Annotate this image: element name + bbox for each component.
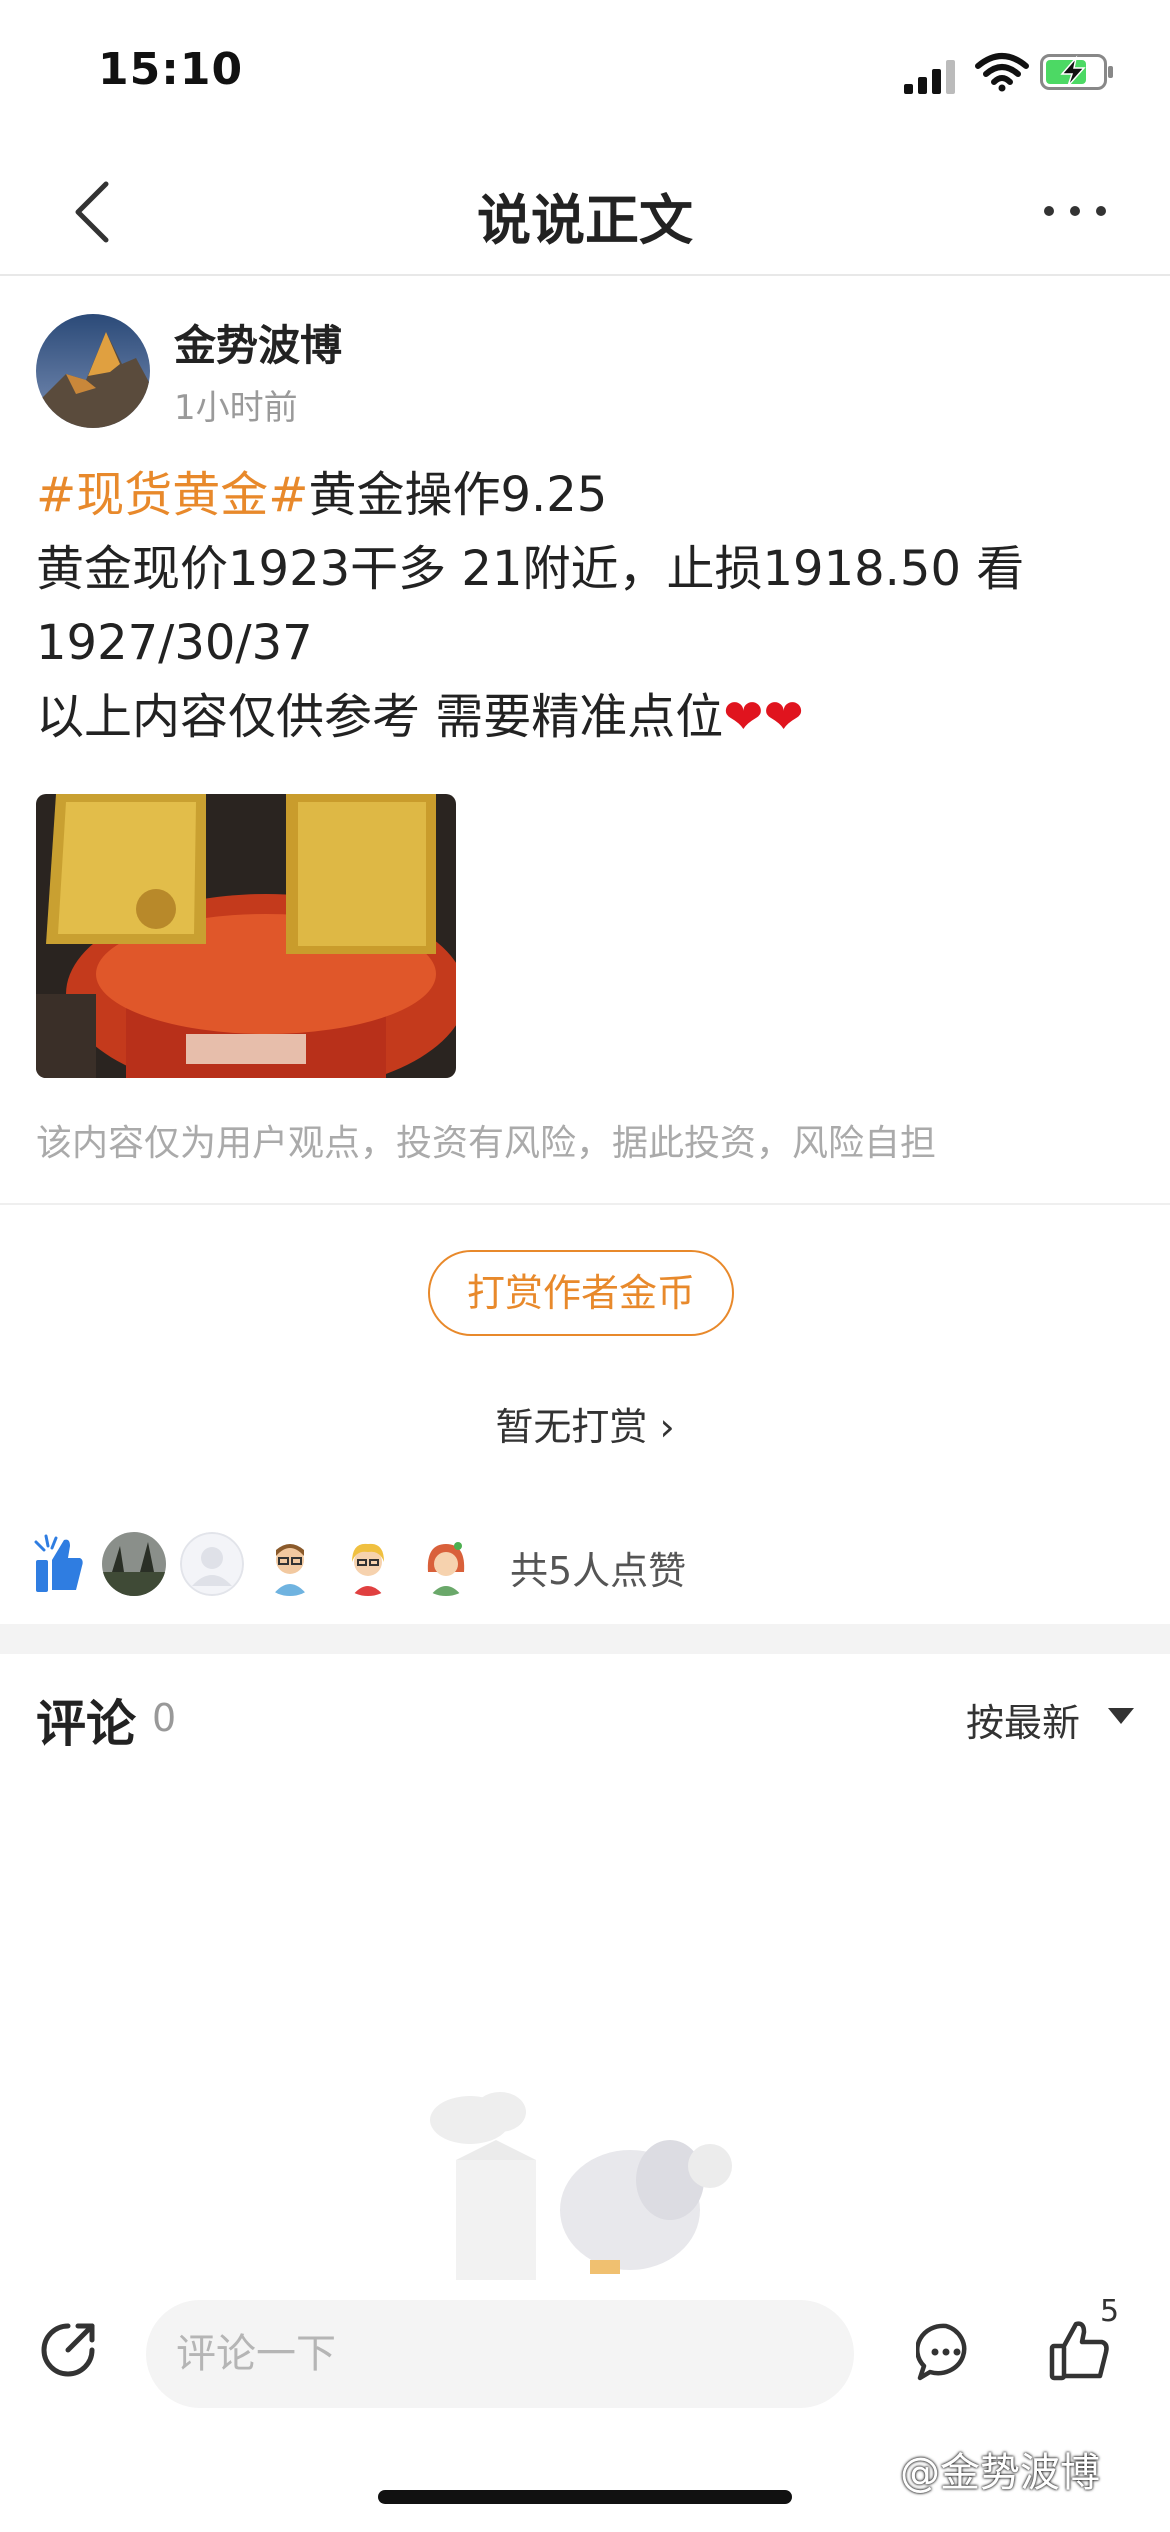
reward-status-link[interactable]: 暂无打赏 › [0, 1396, 1170, 1451]
reward-author-button[interactable]: 打赏作者金币 [428, 1250, 734, 1336]
caret-down-icon[interactable] [1106, 1706, 1136, 1726]
page-title: 说说正文 [477, 189, 693, 252]
section-divider [0, 1624, 1170, 1654]
home-indicator[interactable] [378, 2490, 792, 2504]
post-line-2: 黄金现价1923干多 21附近，止损1918.50 看 [36, 541, 1025, 597]
liker-avatar[interactable] [102, 1532, 166, 1596]
like-count-text[interactable]: 共5人点赞 [510, 1540, 686, 1595]
like-count-badge: 5 [1100, 2294, 1120, 2329]
watermark: @金势波博 [900, 2450, 1100, 2496]
post-title-text: 黄金操作9.25 [308, 467, 608, 523]
risk-disclaimer: 该内容仅为用户观点，投资有风险，据此投资，风险自担 [36, 1123, 937, 1164]
liker-avatar[interactable] [258, 1532, 322, 1596]
liker-avatar[interactable] [180, 1532, 244, 1596]
comment-input[interactable]: 评论一下 [146, 2300, 854, 2408]
liker-avatar[interactable] [414, 1532, 478, 1596]
post-image[interactable] [36, 794, 456, 1078]
nav-bar: 说说正文 [0, 150, 1170, 276]
wifi-icon [975, 53, 1029, 92]
signal-icon [904, 60, 955, 94]
empty-comments-illustration [430, 2092, 732, 2280]
post-line-4: 以上内容仅供参考 需要精准点位❤❤ [36, 680, 1136, 754]
like-hand-icon [34, 1534, 83, 1592]
liker-avatar[interactable] [336, 1532, 400, 1596]
battery-icon [1040, 54, 1113, 90]
post-line-1: #现货黄金#黄金操作9.25 [36, 458, 1136, 532]
comments-count: 0 [152, 1696, 177, 1740]
comments-title: 评论 [36, 1695, 136, 1753]
author-name[interactable]: 金势波博 [174, 312, 342, 373]
share-icon[interactable] [38, 2320, 98, 2380]
more-icon[interactable] [1036, 192, 1116, 232]
author-avatar[interactable] [36, 314, 150, 428]
status-time: 15:10 [98, 44, 244, 95]
post-body: #现货黄金#黄金操作9.25 黄金现价1923干多 21附近，止损1918.50… [36, 458, 1136, 754]
post-line-3: 1927/30/37 [36, 615, 313, 671]
comment-icon[interactable] [916, 2322, 976, 2382]
divider [0, 1203, 1170, 1205]
heart-emoji: ❤❤ [723, 689, 804, 745]
post-time: 1小时前 [174, 388, 298, 428]
sort-dropdown[interactable]: 按最新 [966, 1692, 1080, 1747]
hashtag-link[interactable]: #现货黄金# [36, 467, 308, 523]
post-note-text: 以上内容仅供参考 需要精准点位 [36, 689, 724, 745]
